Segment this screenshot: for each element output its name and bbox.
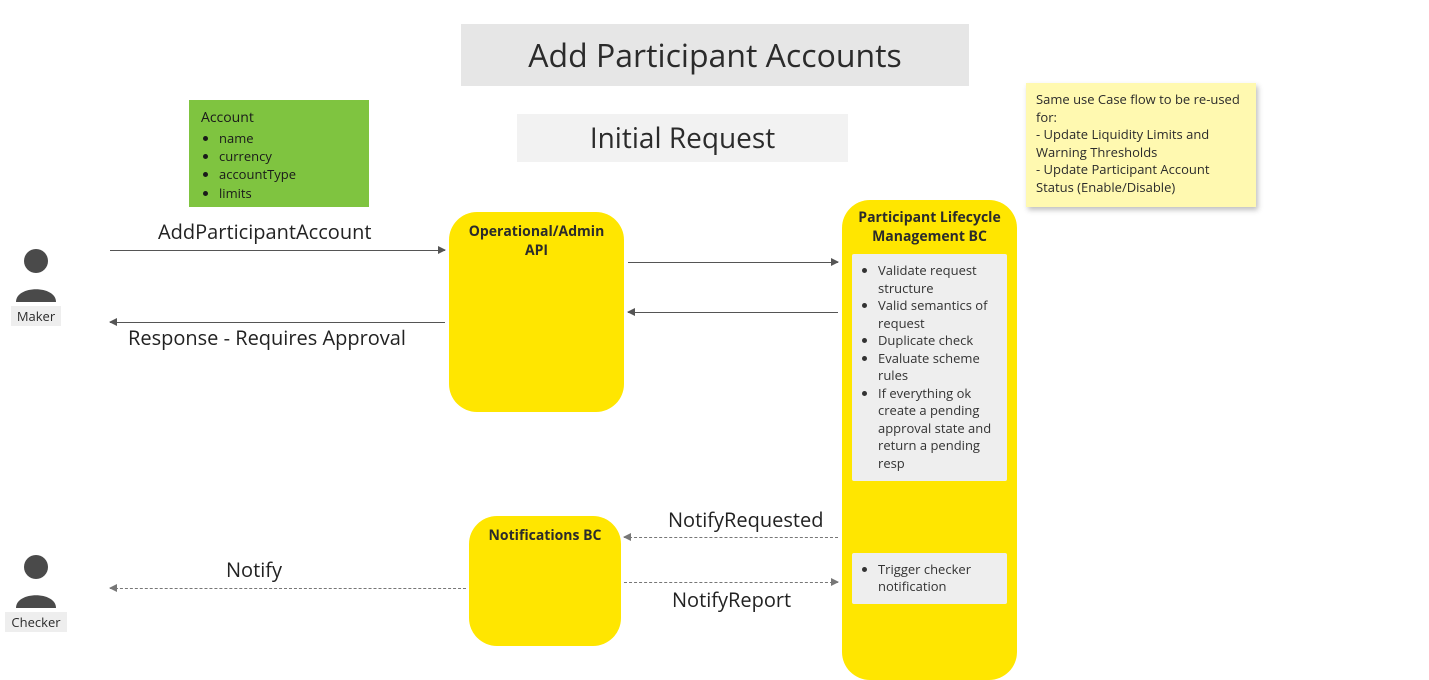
- actor-checker: Checker: [4, 553, 68, 632]
- actor-maker: Maker: [4, 247, 68, 326]
- reuse-sticky-note: Same use Case flow to be re-used for: - …: [1026, 83, 1256, 207]
- sticky-lead: Same use Case flow to be re-used for:: [1036, 91, 1246, 126]
- component-notifications-bc: Notifications BC: [469, 516, 621, 646]
- plm-step: If everything ok create a pending approv…: [878, 385, 997, 473]
- diagram-canvas: Add Participant Accounts Initial Request…: [0, 0, 1429, 679]
- account-field: accountType: [219, 165, 357, 183]
- account-field-list: name currency accountType limits: [201, 129, 357, 202]
- plm-step: Trigger checker notification: [878, 561, 997, 596]
- component-title: Participant Lifecycle Management BC: [854, 208, 1005, 246]
- person-icon: [12, 247, 60, 302]
- account-field: currency: [219, 147, 357, 165]
- account-field: name: [219, 129, 357, 147]
- component-title: Operational/Admin API: [461, 222, 612, 260]
- person-icon: [12, 553, 60, 608]
- account-heading: Account: [201, 108, 357, 127]
- component-operational-api: Operational/Admin API: [449, 212, 624, 412]
- actor-label: Checker: [5, 612, 66, 632]
- diagram-title: Add Participant Accounts: [461, 24, 969, 86]
- account-fields-note: Account name currency accountType limits: [189, 100, 369, 207]
- plm-validation-steps: Validate request structure Valid semanti…: [852, 254, 1007, 481]
- actor-label: Maker: [11, 306, 61, 326]
- arrow-label: NotifyReport: [672, 586, 791, 613]
- diagram-subtitle: Initial Request: [517, 114, 848, 162]
- account-field: limits: [219, 184, 357, 202]
- arrow-label: NotifyRequested: [668, 506, 823, 533]
- plm-step: Evaluate scheme rules: [878, 350, 997, 385]
- component-plm-bc: Participant Lifecycle Management BC Vali…: [842, 200, 1017, 680]
- sticky-item: - Update Participant Account Status (Ena…: [1036, 161, 1246, 196]
- component-title: Notifications BC: [481, 526, 609, 545]
- arrow-label: AddParticipantAccount: [158, 218, 372, 245]
- plm-step: Validate request structure: [878, 262, 997, 297]
- plm-step: Duplicate check: [878, 332, 997, 350]
- plm-step: Valid semantics of request: [878, 297, 997, 332]
- arrow-label: Response - Requires Approval: [128, 324, 406, 351]
- arrow-label: Notify: [226, 556, 282, 583]
- plm-trigger-step: Trigger checker notification: [852, 553, 1007, 604]
- sticky-item: - Update Liquidity Limits and Warning Th…: [1036, 126, 1246, 161]
